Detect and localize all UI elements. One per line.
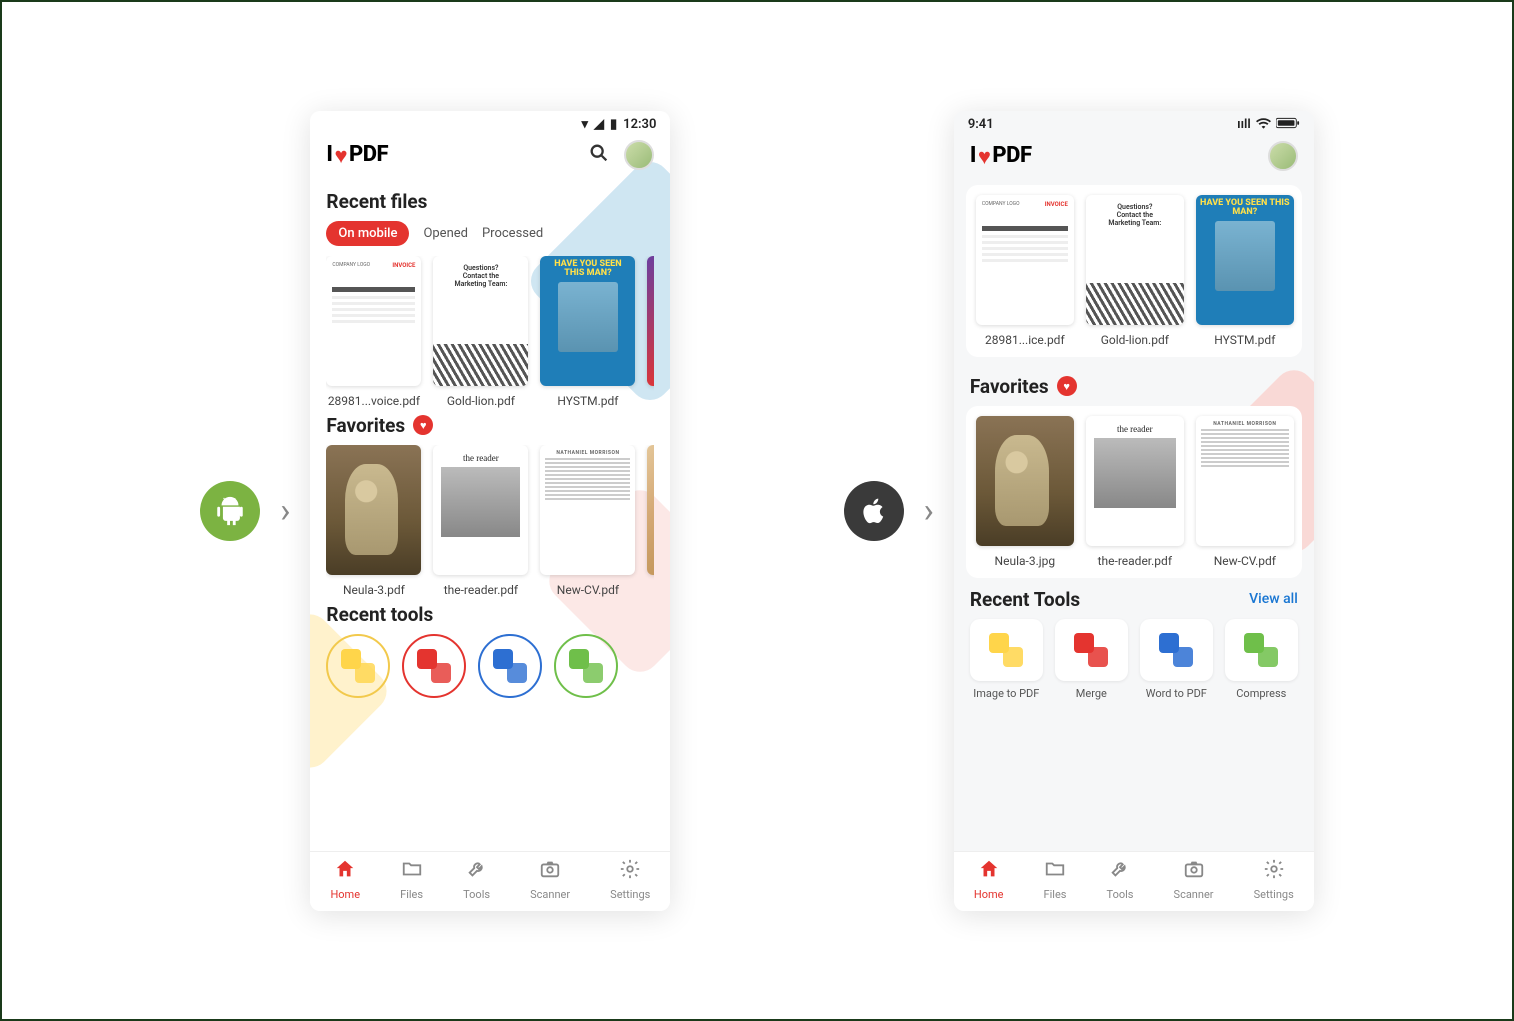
nav-tools[interactable]: Tools	[1107, 858, 1134, 901]
signal-icon: ◢	[594, 117, 604, 132]
file-card[interactable]: COMPANY LOGOINVOICE 28981...ice.pdf	[976, 195, 1074, 347]
wrench-icon	[1107, 858, 1134, 886]
bottom-nav: Home Files Tools Scanner Settings	[954, 851, 1314, 911]
recent-files-row[interactable]: COMPANY LOGOINVOICE 28981...voice.pdf Qu…	[326, 256, 654, 408]
tool-compress[interactable]	[554, 634, 618, 698]
file-card[interactable]: the reader the-reader.pdf	[1086, 416, 1184, 568]
file-card[interactable]: HAVE YOU SEEN THIS MAN? HYSTM.pdf	[1196, 195, 1294, 347]
status-bar: ▾ ◢ ▮ 12:30	[310, 111, 670, 134]
chip-opened[interactable]: Opened	[423, 226, 468, 241]
file-card[interactable]: the reader the-reader.pdf	[433, 445, 528, 597]
tool-word-to-pdf[interactable]: Word to PDF	[1140, 619, 1213, 700]
chip-processed[interactable]: Processed	[482, 226, 543, 241]
heart-icon: ♥	[413, 415, 433, 435]
camera-icon	[1174, 858, 1214, 886]
clock: 12:30	[623, 117, 656, 132]
nav-files[interactable]: Files	[400, 858, 423, 901]
nav-scanner[interactable]: Scanner	[530, 858, 570, 901]
battery-icon: ▮	[610, 117, 617, 132]
heart-icon: ♥	[1057, 376, 1077, 396]
wifi-icon	[1256, 117, 1271, 133]
favorites-row[interactable]: Neula-3.pdf the reader the-reader.pdf NA…	[326, 445, 654, 597]
ios-phone: 9:41 ııll I♥PDF	[954, 111, 1314, 911]
signal-icon: ııll	[1237, 117, 1251, 132]
file-card[interactable]: Neula-3.jpg	[976, 416, 1074, 568]
nav-home[interactable]: Home	[330, 858, 360, 901]
filter-chips: On mobile Opened Processed	[326, 221, 654, 246]
section-favorites: Favorites ♥	[326, 414, 654, 437]
nav-files[interactable]: Files	[1044, 858, 1067, 901]
tool-merge[interactable]: Merge	[1055, 619, 1128, 700]
file-card[interactable]: COMPANY LOGOINVOICE 28981...voice.pdf	[326, 256, 421, 408]
view-all-link[interactable]: View all	[1249, 591, 1298, 607]
file-card[interactable]: Questions?Contact theMarketing Team: Gol…	[433, 256, 528, 408]
tool-circles	[326, 634, 654, 698]
nav-tools[interactable]: Tools	[463, 858, 490, 901]
section-recent-files: Recent files	[326, 190, 654, 213]
ios-cluster: › 9:41 ııll I♥PDF	[844, 111, 1314, 911]
tool-tiles: Image to PDF Merge Word to PDF Compress	[970, 619, 1298, 700]
camera-icon	[530, 858, 570, 886]
android-cluster: › ▾ ◢ ▮ 12:30 I♥PDF	[200, 111, 670, 911]
heart-icon: ♥	[334, 143, 347, 169]
nav-settings[interactable]: Settings	[610, 858, 650, 901]
app-bar: I♥PDF	[310, 134, 670, 180]
home-icon	[330, 858, 360, 886]
wrench-icon	[463, 858, 490, 886]
tool-image-to-pdf[interactable]: Image to PDF	[970, 619, 1043, 700]
wifi-icon: ▾	[581, 117, 588, 132]
brand-logo: I♥PDF	[326, 142, 388, 168]
clock: 9:41	[968, 117, 994, 132]
file-card[interactable]: Questions?Contact theMarketing Team: Gol…	[1086, 195, 1184, 347]
file-card[interactable]: HAVE YOU SEEN THIS MAN? HYSTM.pdf	[540, 256, 635, 408]
avatar[interactable]	[624, 140, 654, 170]
gear-icon	[610, 858, 650, 886]
favorites-row[interactable]: Neula-3.jpg the reader the-reader.pdf NA…	[966, 406, 1302, 578]
recent-files-row[interactable]: COMPANY LOGOINVOICE 28981...ice.pdf Ques…	[966, 185, 1302, 357]
android-phone: ▾ ◢ ▮ 12:30 I♥PDF Recent files	[310, 111, 670, 911]
chevron-right-icon: ›	[280, 491, 290, 531]
file-card[interactable]: NATHANIEL MORRISON New-CV.pdf	[540, 445, 635, 597]
file-card[interactable]	[647, 445, 654, 597]
file-card[interactable]: i	[647, 256, 654, 408]
home-icon	[974, 858, 1004, 886]
status-bar: 9:41 ııll	[954, 111, 1314, 135]
section-recent-tools: Recent tools	[326, 603, 654, 626]
file-card[interactable]: Neula-3.pdf	[326, 445, 421, 597]
chevron-right-icon: ›	[924, 491, 934, 531]
section-favorites: Favorites ♥	[970, 375, 1298, 398]
search-icon[interactable]	[588, 142, 610, 168]
tool-word-to-pdf[interactable]	[478, 634, 542, 698]
tool-compress[interactable]: Compress	[1225, 619, 1298, 700]
tool-image-to-pdf[interactable]	[326, 634, 390, 698]
bottom-nav: Home Files Tools Scanner Settings	[310, 851, 670, 911]
tool-merge[interactable]	[402, 634, 466, 698]
nav-scanner[interactable]: Scanner	[1174, 858, 1214, 901]
section-recent-tools: Recent Tools	[970, 588, 1080, 611]
file-card[interactable]: NATHANIEL MORRISON New-CV.pdf	[1196, 416, 1294, 568]
folder-icon	[1044, 858, 1067, 886]
chip-on-mobile[interactable]: On mobile	[326, 221, 409, 246]
battery-icon	[1276, 117, 1300, 133]
gear-icon	[1254, 858, 1294, 886]
apple-icon	[844, 481, 904, 541]
android-icon	[200, 481, 260, 541]
folder-icon	[400, 858, 423, 886]
nav-settings[interactable]: Settings	[1254, 858, 1294, 901]
nav-home[interactable]: Home	[974, 858, 1004, 901]
